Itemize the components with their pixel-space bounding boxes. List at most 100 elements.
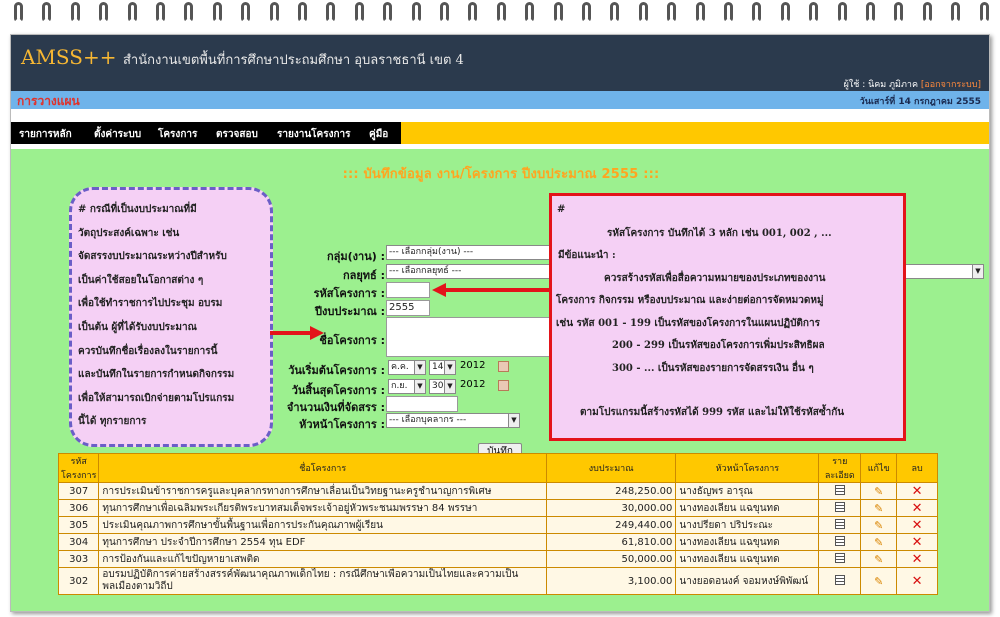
binder-ring-icon (411, 2, 421, 22)
arrow-head-icon (310, 326, 324, 340)
cell-name: ทุนการศึกษาเพื่อเฉลิมพระเกียรติพระบาทสมเ… (98, 499, 547, 517)
app-logo: AMSS++ (21, 45, 117, 69)
binder-ring-icon (780, 2, 790, 22)
menu-reports[interactable]: รายงานโครงการ (277, 127, 351, 142)
binder-ring-icon (951, 2, 961, 22)
binder-ring-icon (752, 2, 762, 22)
main-content: ::: บันทึกข้อมูล งาน/โครงการ ปีงบประมาณ … (11, 149, 989, 611)
binder-ring-icon (184, 2, 194, 22)
tip-line: รหัสโครงการ บันทึกได้ 3 หลัก เช่น 001, 0… (607, 228, 832, 239)
binder-ring-icon (326, 2, 336, 22)
binder-ring-icon (440, 2, 449, 22)
cell-name: อบรมปฏิบัติการค่ายสร้างสรรค์พัฒนาคุณภาพเ… (98, 567, 547, 595)
binder-ring-icon (468, 2, 478, 22)
start-month-select[interactable]: ค.ค. ▼ (388, 360, 426, 375)
end-day-select[interactable]: 30 ▼ (429, 379, 456, 394)
binder-ring-icon (14, 2, 23, 22)
tip-line: มีข้อแนะนำ : (558, 250, 616, 261)
cell-code: 303 (57, 550, 100, 568)
amount-label: จำนวนเงินที่จัดสรร : (286, 401, 385, 414)
delete-icon[interactable]: ✕ (912, 552, 923, 567)
edit-icon[interactable]: ✎ (874, 536, 883, 549)
table-row: 304 ทุนการศึกษา ประจำปีการศึกษา 2554 ทุน … (57, 533, 938, 551)
head-label: หัวหน้าโครงการ : (299, 418, 385, 431)
edit-icon[interactable]: ✎ (874, 502, 883, 515)
binder-ring-icon (99, 2, 109, 22)
delete-icon[interactable]: ✕ (912, 484, 923, 499)
note-line: เพื่อให้สามารถเบิกจ่ายตามโปรแกรม (78, 392, 235, 404)
calendar-icon[interactable] (498, 361, 509, 372)
detail-icon[interactable] (834, 574, 845, 585)
cell-code: 302 (57, 567, 100, 595)
cell-head: นางทองเลียน แฉขุนทด (675, 550, 820, 568)
detail-icon[interactable] (834, 535, 845, 546)
cell-head: นางธัญพร อารุณ (675, 482, 820, 500)
cell-code: 306 (57, 499, 100, 517)
binder-ring-icon (156, 2, 165, 22)
menu-manual[interactable]: คู่มือ (369, 127, 388, 142)
agency-name: สำนักงานเขตพื้นที่การศึกษาประถมศึกษา อุบ… (123, 53, 464, 68)
tip-line: ตามโปรแกรมนี้สร้างรหัสได้ 999 รหัส และไม… (580, 407, 845, 418)
group-select[interactable]: --- เลือกกลุ่ม(งาน) --- (386, 245, 552, 260)
start-date-label: วันเริ่มต้นโครงการ : (288, 364, 385, 377)
end-month-select[interactable]: ก.ย. ▼ (388, 379, 426, 394)
cell-budget: 61,810.00 (545, 533, 677, 551)
detail-icon[interactable] (834, 501, 845, 512)
cell-name: การประเมินข้าราชการครูและบุคลากรทางการศึ… (98, 482, 547, 500)
user-bar: ผู้ใช้ : นิคม ภูมิภาค [ออกจากระบบ] (11, 77, 989, 91)
binder-ring-icon (695, 2, 705, 22)
binder-ring-icon (383, 2, 393, 22)
note-line: เป็นค่าใช้สอยในโอกาสต่าง ๆ (78, 274, 204, 286)
top-header: AMSS++ สำนักงานเขตพื้นที่การศึกษาประถมศึ… (11, 35, 989, 77)
menu-main[interactable]: รายการหลัก (19, 127, 72, 142)
delete-icon[interactable]: ✕ (912, 574, 923, 589)
cell-head: นางทองเลียน แฉขุนทด (675, 499, 820, 517)
col-name: ชื่อโครงการ (98, 453, 547, 483)
start-day-select[interactable]: 14 ▼ (429, 360, 456, 375)
binder-ring-icon (610, 2, 620, 22)
cell-name: ประเมินคุณภาพการศึกษาขั้นพื้นฐานเพื่อการ… (98, 516, 547, 534)
detail-icon[interactable] (834, 484, 845, 495)
note-line: นี้ได้ ทุกรายการ (78, 416, 147, 428)
project-head-select[interactable]: --- เลือกบุคลากร --- ▼ (386, 413, 520, 428)
group-label: กลุ่ม(งาน) : (326, 250, 385, 263)
delete-icon[interactable]: ✕ (912, 501, 923, 516)
tip-line: โครงการ กิจกรรม หรืองบประมาณ และง่ายต่อก… (556, 295, 824, 306)
table-row: 305 ประเมินคุณภาพการศึกษาขั้นพื้นฐานเพื่อ… (57, 516, 938, 534)
tip-hash: # (557, 204, 566, 215)
detail-icon[interactable] (834, 518, 845, 529)
menu-projects[interactable]: โครงการ (158, 127, 197, 142)
tip-line: ควรสร้างรหัสเพื่อสื่อความหมายของประเภทขอ… (604, 273, 826, 284)
edit-icon[interactable]: ✎ (874, 519, 883, 532)
current-user: ผู้ใช้ : นิคม ภูมิภาค (843, 80, 918, 90)
binder-ring-icon (979, 2, 989, 22)
binder-ring-icon (922, 2, 932, 22)
tip-line: 300 - ... เป็นรหัสของรายการจัดสรรเงิน อื… (612, 363, 814, 374)
binder-ring-icon (866, 2, 875, 22)
binder-ring-icon (496, 2, 506, 22)
col-head: หัวหน้าโครงการ (675, 453, 820, 483)
app-window: AMSS++ สำนักงานเขตพื้นที่การศึกษาประถมศึ… (10, 34, 990, 612)
budget-note-callout: # กรณีที่เป็นงบประมาณที่มี วัตถุประสงค์เ… (69, 187, 273, 447)
note-line: วัตถุประสงค์เฉพาะ เช่น (78, 227, 180, 239)
binder-ring-icon (42, 2, 52, 22)
cell-budget: 50,000.00 (545, 550, 677, 568)
cell-budget: 3,100.00 (545, 567, 677, 595)
tip-line: เช่น รหัส 001 - 199 เป็นรหัสของโครงการใน… (556, 318, 820, 329)
note-line: เพื่อใช้ทำราชการไปประชุม อบรม (78, 298, 223, 310)
menu-settings[interactable]: ตั้งค่าระบบ (94, 127, 141, 142)
menu-check[interactable]: ตรวจสอบ (216, 127, 258, 142)
binder-ring-icon (241, 2, 251, 22)
cell-head: นางทองเลียน แฉขุนทด (675, 533, 820, 551)
edit-icon[interactable]: ✎ (874, 553, 883, 566)
calendar-icon[interactable] (498, 380, 509, 391)
delete-icon[interactable]: ✕ (912, 518, 923, 533)
end-year: 2012 (460, 379, 486, 390)
edit-icon[interactable]: ✎ (874, 575, 883, 588)
delete-icon[interactable]: ✕ (912, 535, 923, 550)
detail-icon[interactable] (834, 552, 845, 563)
edit-icon[interactable]: ✎ (874, 485, 883, 498)
binder-ring-icon (525, 2, 535, 22)
logout-link[interactable]: [ออกจากระบบ] (921, 80, 981, 90)
amount-input[interactable] (386, 396, 458, 412)
